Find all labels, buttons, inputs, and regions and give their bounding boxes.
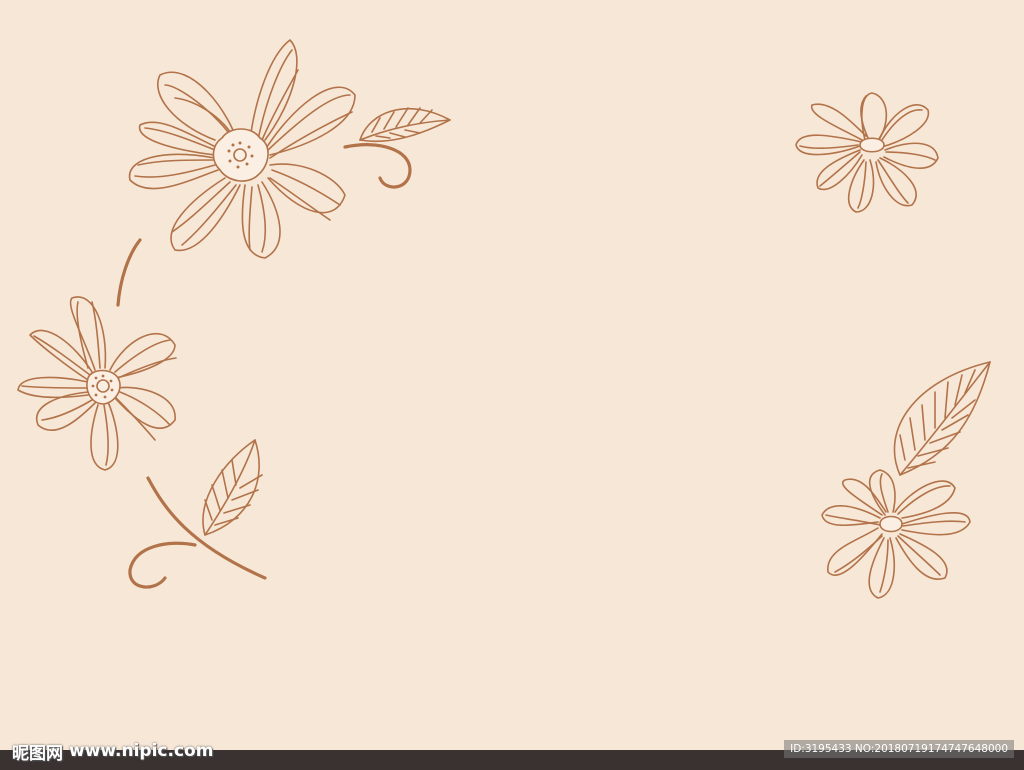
small-flower-top-right xyxy=(795,92,939,213)
leaf-right xyxy=(893,361,991,476)
large-flower-top-left xyxy=(128,39,356,259)
stem-segment xyxy=(116,238,142,307)
leaf-top-left xyxy=(343,107,451,189)
floral-line-art-canvas: 昵图网 www.nipic.com ID:3195433 NO:20180719… xyxy=(0,0,1024,770)
leaf-bottom-left xyxy=(128,439,267,589)
site-url: www.nipic.com xyxy=(69,741,214,761)
image-id-badge: ID:3195433 NO:20180719174747648000 xyxy=(784,740,1014,758)
site-watermark: 昵图网 www.nipic.com xyxy=(12,738,213,764)
medium-flower-left xyxy=(17,296,177,471)
floral-illustration xyxy=(17,39,991,599)
site-name: 昵图网 xyxy=(12,743,63,764)
small-flower-bottom-right xyxy=(821,469,971,599)
